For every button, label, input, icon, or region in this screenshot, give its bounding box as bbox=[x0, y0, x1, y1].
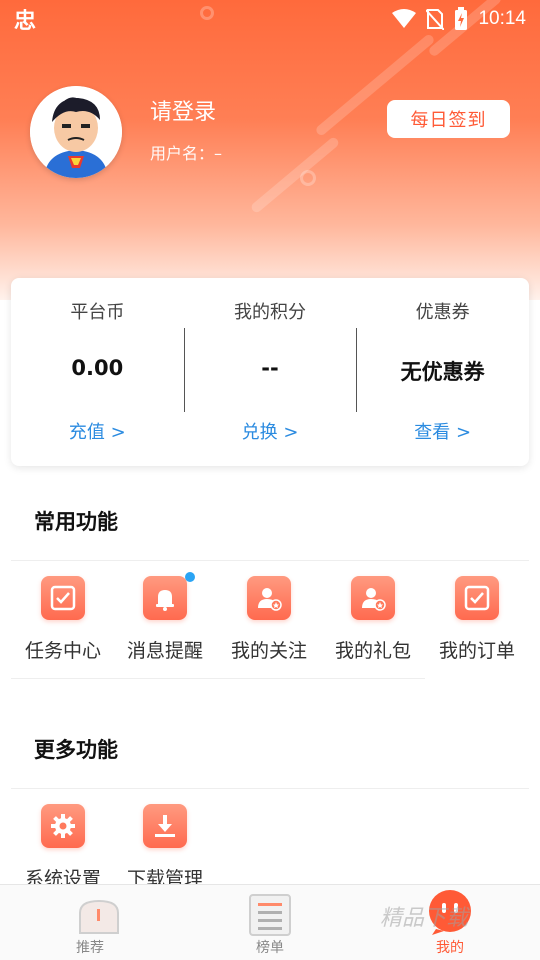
points-value: -- bbox=[261, 356, 279, 380]
grid-item-task-center[interactable]: 任务中心 bbox=[11, 576, 115, 663]
grid-item-label: 我的订单 bbox=[438, 640, 515, 662]
checklist-icon bbox=[455, 576, 499, 620]
download-icon bbox=[143, 804, 187, 848]
section-divider bbox=[11, 678, 425, 679]
platform-coin-value: 0.00 bbox=[71, 356, 124, 380]
wallet-label: 优惠券 bbox=[415, 302, 470, 323]
common-functions-title: 常用功能 bbox=[34, 510, 118, 534]
user-star-icon bbox=[247, 576, 291, 620]
more-functions-title: 更多功能 bbox=[34, 738, 118, 762]
status-bar: 忠 10:14 bbox=[0, 0, 540, 38]
login-prompt[interactable]: 请登录 bbox=[150, 94, 216, 126]
grid-item-notifications[interactable]: 消息提醒 bbox=[113, 572, 217, 663]
avatar[interactable] bbox=[30, 86, 122, 178]
grid-item-settings[interactable]: 系统设置 bbox=[11, 804, 115, 891]
grid-item-label: 任务中心 bbox=[24, 640, 101, 662]
coupon-value: 无优惠券 bbox=[400, 360, 485, 384]
list-icon bbox=[249, 894, 291, 936]
tab-label: 我的 bbox=[436, 940, 464, 956]
battery-charging-icon bbox=[455, 7, 468, 30]
grid-item-label: 我的礼包 bbox=[334, 640, 411, 662]
gear-icon bbox=[41, 804, 85, 848]
redeem-link[interactable]: 兑换 > bbox=[184, 418, 357, 444]
daily-checkin-button[interactable]: 每日签到 bbox=[387, 100, 510, 138]
home-icon bbox=[79, 899, 119, 934]
checklist-icon bbox=[41, 576, 85, 620]
section-divider bbox=[11, 560, 529, 561]
tab-recommend[interactable]: 推荐 bbox=[0, 885, 180, 960]
clock: 10:14 bbox=[478, 8, 526, 29]
coupon-column: 优惠券 无优惠券 查看 > bbox=[356, 278, 529, 466]
tab-rankings[interactable]: 榜单 bbox=[180, 885, 360, 960]
platform-coin-column: 平台币 0.00 充值 > bbox=[11, 278, 184, 466]
grid-item-orders[interactable]: 我的订单 bbox=[425, 576, 529, 663]
unread-badge bbox=[185, 572, 195, 582]
superman-avatar-icon bbox=[30, 86, 122, 178]
no-sim-icon bbox=[426, 9, 445, 30]
user-star-icon bbox=[351, 576, 395, 620]
grid-item-label: 我的关注 bbox=[230, 640, 307, 662]
grid-item-gift-packs[interactable]: 我的礼包 bbox=[321, 576, 425, 663]
tab-label: 推荐 bbox=[76, 940, 104, 956]
wifi-icon bbox=[392, 9, 417, 28]
watermark: 精品下载 bbox=[380, 906, 469, 931]
wallet-label: 我的积分 bbox=[234, 302, 306, 323]
username-label: 用户名：– bbox=[150, 144, 223, 163]
bell-icon bbox=[143, 572, 195, 620]
grid-item-following[interactable]: 我的关注 bbox=[217, 576, 321, 663]
points-column: 我的积分 -- 兑换 > bbox=[183, 278, 357, 466]
section-divider bbox=[11, 788, 529, 789]
wallet-card: 平台币 0.00 充值 > 我的积分 -- 兑换 > 优惠券 无优惠券 查看 > bbox=[11, 278, 529, 466]
app-notification-icon: 忠 bbox=[14, 9, 37, 34]
grid-item-download-manager[interactable]: 下载管理 bbox=[113, 804, 217, 891]
wallet-label: 平台币 bbox=[70, 302, 125, 323]
recharge-link[interactable]: 充值 > bbox=[11, 418, 184, 444]
grid-item-label: 消息提醒 bbox=[126, 640, 203, 662]
view-coupons-link[interactable]: 查看 > bbox=[356, 418, 529, 444]
tab-label: 榜单 bbox=[256, 940, 284, 956]
